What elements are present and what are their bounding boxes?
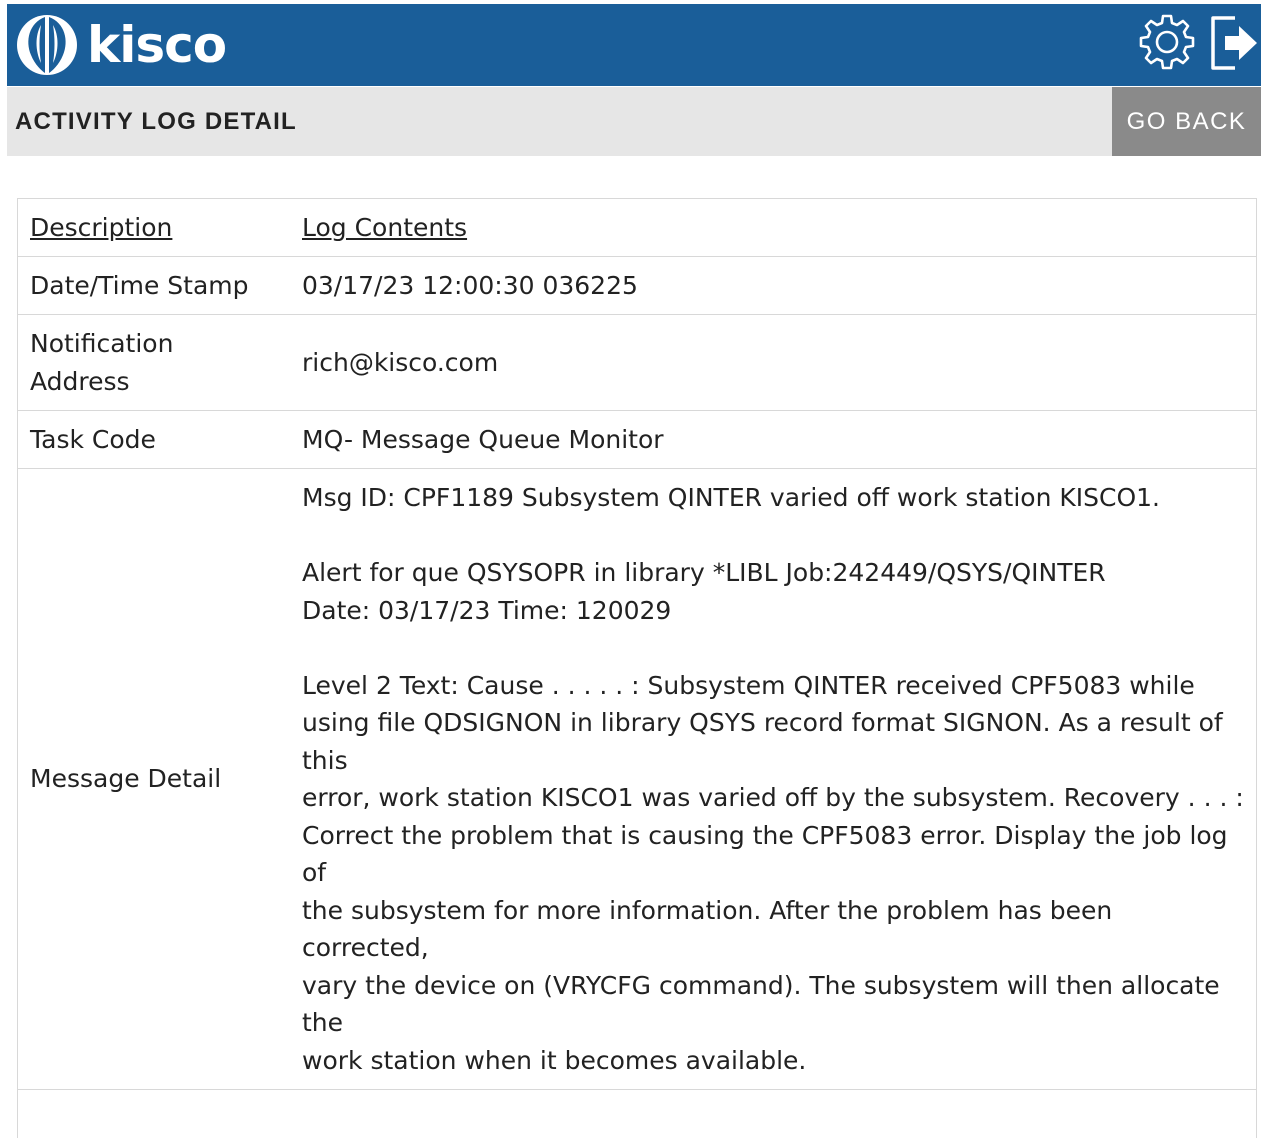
page-title: ACTIVITY LOG DETAIL xyxy=(15,108,297,135)
table-row: Date/Time Stamp 03/17/23 12:00:30 036225 xyxy=(18,256,1256,315)
log-detail-grid: Description Log Contents Date/Time Stamp… xyxy=(18,199,1256,1090)
log-contents-header[interactable]: Log Contents xyxy=(290,199,1256,257)
top-header: kisco xyxy=(7,4,1261,86)
row-label: Task Code xyxy=(18,410,290,469)
message-line: work station when it becomes available. xyxy=(302,1045,807,1075)
message-line: Level 2 Text: Cause . . . . . : Subsyste… xyxy=(302,670,1223,775)
page-toolbar: ACTIVITY LOG DETAIL GO BACK xyxy=(7,87,1261,156)
message-line: vary the device on (VRYCFG command). The… xyxy=(302,970,1220,1038)
message-line: Alert for que QSYSOPR in library *LIBL J… xyxy=(302,558,1106,587)
table-row: Task Code MQ- Message Queue Monitor xyxy=(18,410,1256,469)
row-label: Message Detail xyxy=(18,468,290,1090)
row-label: Notification Address xyxy=(18,314,290,411)
description-header[interactable]: Description xyxy=(18,199,290,257)
gear-icon[interactable] xyxy=(1135,10,1199,74)
kisco-logo-mark-icon xyxy=(17,15,77,75)
row-label: Date/Time Stamp xyxy=(18,256,290,315)
row-value: MQ- Message Queue Monitor xyxy=(290,410,1256,469)
message-line: Msg ID: CPF1189 Subsystem QINTER varied … xyxy=(302,483,1160,512)
brand-name: kisco xyxy=(87,16,227,74)
go-back-button[interactable]: GO BACK xyxy=(1112,87,1261,156)
table-row: Notification Address rich@kisco.com xyxy=(18,314,1256,411)
row-value: rich@kisco.com xyxy=(290,314,1256,411)
message-line: Correct the problem that is causing the … xyxy=(302,820,1228,888)
logout-icon[interactable] xyxy=(1205,10,1261,74)
table-row: Message Detail Msg ID: CPF1189 Subsystem… xyxy=(18,468,1256,1090)
message-line: error, work station KISCO1 was varied of… xyxy=(302,783,1244,812)
message-line: the subsystem for more information. Afte… xyxy=(302,895,1113,963)
table-header-row: Description Log Contents xyxy=(18,199,1256,257)
log-detail-table: Description Log Contents Date/Time Stamp… xyxy=(17,198,1257,1138)
row-value: 03/17/23 12:00:30 036225 xyxy=(290,256,1256,315)
message-detail-value: Msg ID: CPF1189 Subsystem QINTER varied … xyxy=(290,468,1256,1090)
message-line: Date: 03/17/23 Time: 120029 xyxy=(302,595,672,625)
kisco-logo[interactable]: kisco xyxy=(15,12,227,78)
